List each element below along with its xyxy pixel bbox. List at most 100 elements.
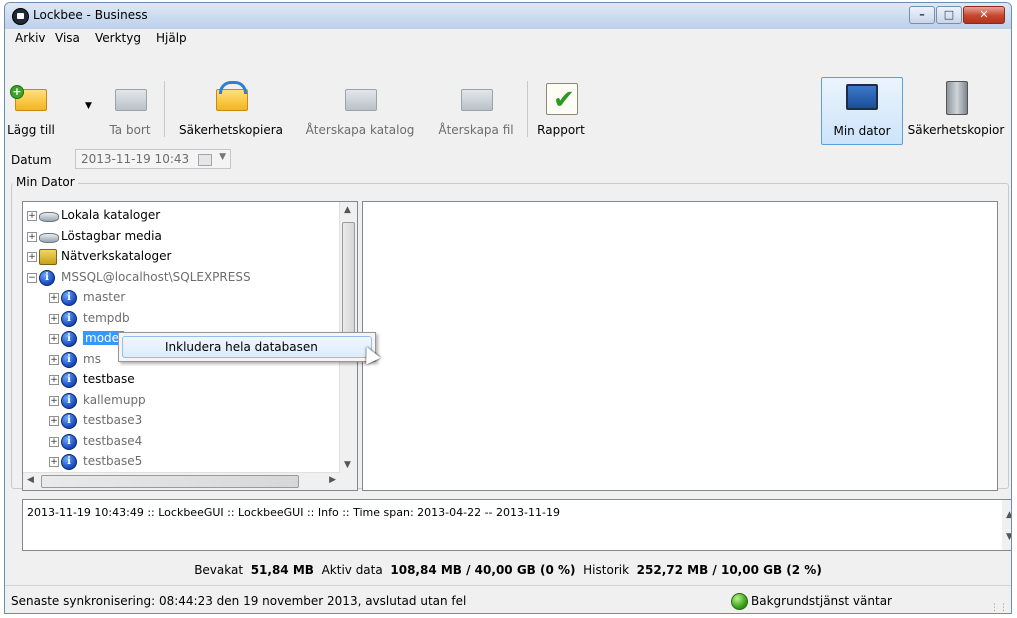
report-button[interactable]: ✔ Rapport <box>531 51 591 141</box>
disk-icon <box>39 208 59 224</box>
close-icon: ✕ <box>979 8 989 21</box>
tree-node-label: testbase3 <box>83 413 143 427</box>
expand-icon[interactable]: + <box>49 293 59 303</box>
disk-icon <box>39 232 59 243</box>
backups-button[interactable]: Säkerhetskopior <box>903 51 1009 141</box>
database-icon: i <box>39 269 55 286</box>
minimize-button[interactable]: – <box>909 6 935 24</box>
remove-button[interactable]: Ta bort <box>101 51 159 141</box>
horizontal-scroll-thumb[interactable] <box>41 475 299 488</box>
expand-icon[interactable]: + <box>49 436 59 447</box>
service-status: Bakgrundstjänst väntar <box>751 594 892 608</box>
restore-file-label: Återskapa fil <box>438 123 514 137</box>
sync-arrow-icon <box>219 81 247 94</box>
scroll-up-icon[interactable]: ▲ <box>1006 510 1011 520</box>
checkmark-icon: ✔ <box>553 85 575 115</box>
toolbar-separator <box>164 81 165 137</box>
group-label: Min Dator <box>13 175 78 189</box>
tree-horizontal-scrollbar[interactable]: ◀ ▶ <box>23 472 340 490</box>
restore-file-icon <box>461 89 493 111</box>
tree-node-label: Nätverkskataloger <box>61 249 172 263</box>
menu-bar: Arkiv Visa Verktyg Hjälp <box>5 29 1011 49</box>
database-icon: i <box>61 310 77 327</box>
content-pane[interactable] <box>362 201 998 491</box>
log-line: 2013-11-19 10:43:49 :: LockbeeGUI :: Loc… <box>27 506 560 519</box>
history-label: Historik <box>583 563 630 577</box>
expand-icon[interactable]: + <box>27 231 37 242</box>
report-label: Rapport <box>537 123 585 137</box>
context-menu: Inkludera hela databasen <box>118 332 376 362</box>
maximize-button[interactable]: □ <box>936 6 962 24</box>
computer-icon <box>846 84 878 110</box>
guarded-value: 51,84 MB <box>250 563 314 577</box>
lockbee-logo-icon <box>12 8 29 25</box>
expand-icon[interactable]: + <box>49 313 59 324</box>
restore-folder-icon <box>345 89 377 111</box>
database-icon: i <box>61 433 77 450</box>
restore-directory-button[interactable]: Återskapa katalog <box>297 51 423 141</box>
scroll-up-icon[interactable]: ▲ <box>344 205 351 215</box>
expand-icon[interactable]: + <box>49 416 59 426</box>
restore-directory-label: Återskapa katalog <box>305 123 415 137</box>
remove-folder-icon <box>115 89 147 111</box>
remove-label: Ta bort <box>109 123 151 137</box>
network-icon <box>39 249 57 265</box>
active-label: Aktiv data <box>321 563 383 577</box>
collapse-icon[interactable]: − <box>27 272 37 283</box>
include-whole-database-item[interactable]: Inkludera hela databasen <box>122 336 372 358</box>
menu-hjalp[interactable]: Hjälp <box>156 31 187 45</box>
database-icon: i <box>61 392 77 409</box>
sync-status: Senaste synkronisering: 08:44:23 den 19 … <box>11 594 467 608</box>
app-window: Lockbee - Business – □ ✕ Arkiv Visa Verk… <box>4 2 1012 614</box>
window-title: Lockbee - Business <box>33 8 148 22</box>
my-computer-button[interactable]: Min dator <box>821 77 903 145</box>
my-computer-label: Min dator <box>833 124 891 138</box>
database-icon: i <box>61 290 77 306</box>
tree-node-label: Lokala kataloger <box>61 208 161 222</box>
log-box[interactable]: 2013-11-19 10:43:49 :: LockbeeGUI :: Loc… <box>22 499 1011 551</box>
scroll-down-icon[interactable]: ▼ <box>344 460 351 470</box>
tree-node-label: tempdb <box>83 310 130 325</box>
scroll-right-icon[interactable]: ▶ <box>329 475 336 485</box>
status-bar: Senaste synkronisering: 08:44:23 den 19 … <box>5 585 1011 613</box>
tree-node-label: kallemupp <box>83 392 146 407</box>
chevron-down-icon: ▼ <box>219 152 226 162</box>
tree-node-label: Löstagbar media <box>61 228 162 243</box>
scroll-corner <box>340 473 357 490</box>
database-icon: i <box>39 269 55 286</box>
backup-button[interactable]: Säkerhetskopiera <box>169 51 293 141</box>
include-whole-database-label: Inkludera hela databasen <box>165 340 318 354</box>
database-icon: i <box>61 433 77 450</box>
expand-icon[interactable]: + <box>49 334 59 344</box>
restore-file-button[interactable]: Återskapa fil <box>427 51 525 141</box>
database-icon: i <box>61 331 77 347</box>
menu-visa[interactable]: Visa <box>55 31 80 45</box>
database-icon: i <box>61 351 77 368</box>
expand-icon[interactable]: + <box>49 395 59 406</box>
active-value: 108,84 MB / 40,00 GB (0 %) <box>390 563 576 577</box>
database-icon: i <box>61 372 77 388</box>
tree-node-label: master <box>83 290 126 304</box>
menu-verktyg[interactable]: Verktyg <box>95 31 141 45</box>
database-icon: i <box>61 413 77 429</box>
database-icon: i <box>61 454 77 470</box>
calendar-icon <box>198 154 212 166</box>
plus-icon: + <box>10 85 24 99</box>
scroll-left-icon[interactable]: ◀ <box>27 475 34 485</box>
expand-icon[interactable]: + <box>27 211 37 221</box>
scroll-down-icon[interactable]: ▼ <box>1006 532 1011 542</box>
expand-icon[interactable]: + <box>49 375 59 385</box>
tree-node-label: testbase <box>83 372 135 386</box>
expand-icon[interactable]: + <box>27 252 37 262</box>
add-dropdown-icon[interactable]: ▼ <box>85 101 92 111</box>
close-button[interactable]: ✕ <box>963 6 1005 24</box>
database-icon: i <box>61 392 77 409</box>
menu-arkiv[interactable]: Arkiv <box>15 31 46 45</box>
expand-icon[interactable]: + <box>49 457 59 467</box>
log-scrollbar[interactable]: ▲ ▼ <box>1002 500 1011 550</box>
date-picker[interactable]: 2013-11-19 10:43 ▼ <box>75 149 231 169</box>
expand-icon[interactable]: + <box>49 354 59 365</box>
network-icon <box>39 249 57 265</box>
resize-grip-icon[interactable]: ⋮⋮ <box>990 603 1008 613</box>
add-button[interactable]: + Lägg till <box>5 51 57 141</box>
